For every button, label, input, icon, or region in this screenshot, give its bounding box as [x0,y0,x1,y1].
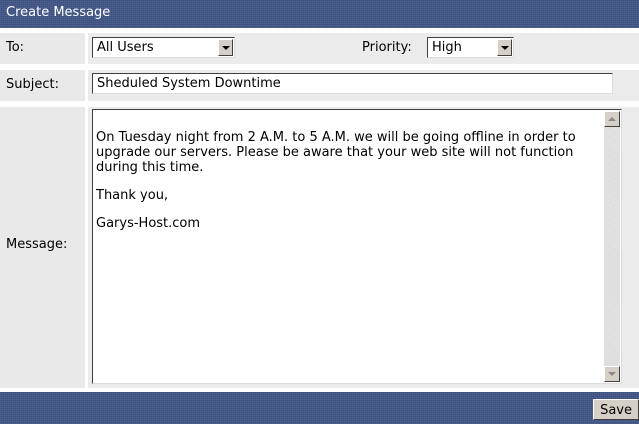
scroll-down-icon[interactable] [604,366,620,382]
scroll-up-icon[interactable] [604,111,620,127]
message-textarea[interactable]: On Tuesday night from 2 A.M. to 5 A.M. w… [92,109,622,384]
to-value-cell: All Users Priority: High [88,33,639,64]
to-row: To: All Users Priority: High [0,33,639,64]
chevron-down-icon[interactable] [497,39,512,56]
priority-label: Priority: [362,40,412,55]
message-scrollbar[interactable] [604,111,620,382]
message-label-cell: Message: [0,107,85,388]
priority-select-value: High [432,40,462,55]
create-message-panel: Create Message To: All Users Priority: H… [0,0,639,424]
subject-value-cell: Sheduled System Downtime [88,70,639,101]
message-paragraph: On Tuesday night from 2 A.M. to 5 A.M. w… [96,130,576,175]
priority-select[interactable]: High [427,37,514,58]
subject-input-value: Sheduled System Downtime [97,76,281,91]
chevron-down-icon[interactable] [218,39,233,56]
panel-title: Create Message [6,5,111,20]
message-text: On Tuesday night from 2 A.M. to 5 A.M. w… [96,130,584,244]
to-select[interactable]: All Users [92,37,235,58]
message-value-cell: On Tuesday night from 2 A.M. to 5 A.M. w… [88,107,639,388]
to-select-value: All Users [97,40,154,55]
to-label: To: [6,40,25,55]
subject-row: Subject: Sheduled System Downtime [0,70,639,101]
panel-footer: Save [0,392,639,424]
message-paragraph: Thank you, [96,188,169,203]
save-button[interactable]: Save [593,399,639,420]
to-label-cell: To: [0,33,85,64]
subject-label: Subject: [6,77,59,92]
panel-title-bar: Create Message [0,0,639,28]
subject-input[interactable]: Sheduled System Downtime [92,73,613,94]
message-row: Message: On Tuesday night from 2 A.M. to… [0,107,639,388]
subject-label-cell: Subject: [0,70,85,101]
message-label: Message: [6,237,68,252]
message-paragraph: Garys-Host.com [96,216,201,231]
